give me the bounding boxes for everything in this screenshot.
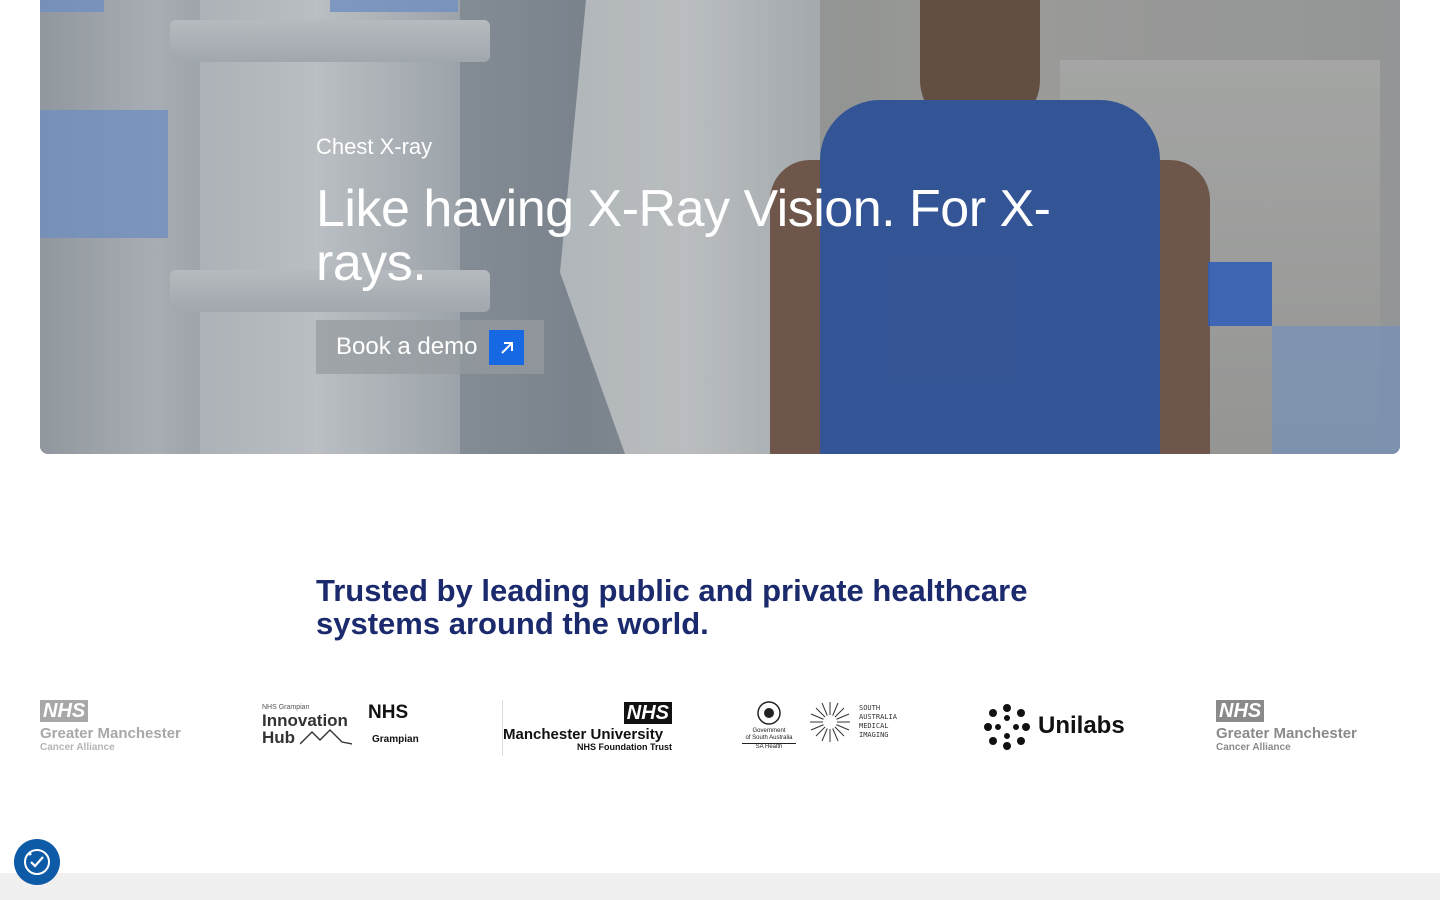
logo-line2: Cancer Alliance [40, 742, 115, 753]
gov-line3: SA Health [742, 743, 796, 751]
logo-manchester-university-nhs: NHS Manchester University NHS Foundation… [502, 700, 672, 756]
book-demo-label: Book a demo [336, 333, 478, 360]
logo-line1: Manchester University [503, 726, 664, 743]
sa-government-crest-icon [757, 701, 781, 725]
decorative-square [40, 0, 104, 12]
logo-line2: Cancer Alliance [1216, 742, 1291, 753]
logo-nhs-greater-manchester: NHS Greater Manchester Cancer Alliance [1216, 700, 1366, 756]
nhs-logo-mark: NHS [368, 702, 409, 723]
sami-text: SOUTH AUSTRALIA MEDICAL IMAGING [859, 704, 897, 739]
logo-unilabs: Unilabs [982, 700, 1142, 756]
logo-line2: Hub [262, 728, 296, 747]
cookie-consent-button[interactable] [14, 839, 60, 885]
gov-text: Government of South Australia SA Health [742, 728, 796, 751]
decorative-square [1208, 262, 1272, 326]
logo-sub: Grampian [372, 734, 419, 745]
hero-eyebrow: Chest X-ray [316, 134, 433, 159]
nhs-logo-mark: NHS [623, 702, 672, 724]
logo-line1: Greater Manchester [1216, 725, 1357, 742]
decorative-square [1272, 326, 1400, 454]
logo-line1: Innovation [262, 711, 348, 730]
logo-nhs-grampian-innovation-hub: NHS Grampian Innovation Hub NHS Grampian [262, 700, 432, 756]
cookie-consent-icon [24, 849, 50, 875]
logo-line1: Greater Manchester [40, 725, 181, 742]
logo-name: Unilabs [1038, 712, 1125, 739]
gov-line1: Government [752, 728, 786, 734]
logo-line2: NHS Foundation Trust [577, 742, 672, 752]
logo-sa-medical-imaging: Government of South Australia SA Health … [742, 700, 912, 756]
gov-line2: of South Australia [745, 735, 793, 741]
trusted-heading: Trusted by leading public and private he… [316, 573, 1028, 641]
logo-nhs-greater-manchester: NHS Greater Manchester Cancer Alliance [40, 700, 190, 756]
logo-small: NHS Grampian [262, 704, 310, 711]
decorative-square [40, 110, 168, 238]
book-demo-button[interactable]: Book a demo [316, 320, 544, 374]
nhs-logo-mark: NHS [1216, 700, 1265, 722]
decorative-square [330, 0, 458, 12]
mountain-icon [300, 729, 352, 745]
footer-strip [0, 873, 1440, 900]
hero-title: Like having X-Ray Vision. For X-rays. [316, 180, 1051, 292]
arrow-up-right-icon [489, 330, 524, 365]
hero-content: Chest X-ray Like having X-Ray Vision. Fo… [316, 134, 1096, 290]
unilabs-mark-icon [984, 704, 1030, 750]
partner-logos: NHS Greater Manchester Cancer Alliance N… [40, 700, 1400, 756]
sunburst-icon [810, 702, 850, 742]
nhs-logo-mark: NHS [40, 700, 89, 722]
